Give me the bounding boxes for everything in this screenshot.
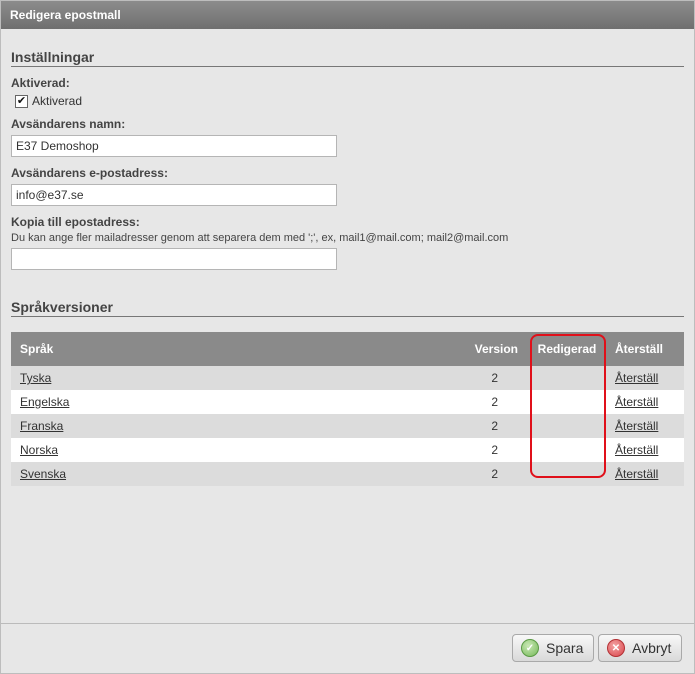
checkmark-icon: ✓	[521, 639, 539, 657]
settings-section-title: Inställningar	[11, 49, 684, 67]
language-link[interactable]: Engelska	[20, 395, 69, 409]
languages-table: Språk Version Redigerad Återställ Tyska …	[11, 332, 684, 486]
dialog-content: Inställningar Aktiverad: ✔ Aktiverad Avs…	[1, 49, 694, 486]
activated-checkbox-label[interactable]: Aktiverad	[32, 94, 82, 108]
col-language: Språk	[11, 332, 449, 366]
col-version: Version	[449, 332, 528, 366]
version-cell: 2	[449, 390, 528, 414]
activated-checkbox[interactable]: ✔	[15, 94, 28, 108]
reset-link[interactable]: Återställ	[615, 371, 658, 385]
table-header-row: Språk Version Redigerad Återställ	[11, 332, 684, 366]
cancel-button-label: Avbryt	[632, 640, 672, 656]
activated-label: Aktiverad:	[11, 76, 70, 90]
reset-link[interactable]: Återställ	[615, 419, 658, 433]
reset-link[interactable]: Återställ	[615, 395, 658, 409]
language-link[interactable]: Tyska	[20, 371, 51, 385]
dialog-title: Redigera epostmall	[1, 1, 694, 29]
save-button[interactable]: ✓ Spara	[512, 634, 595, 662]
table-row: Tyska 2 Återställ	[11, 366, 684, 390]
activated-row: ✔ Aktiverad	[11, 94, 684, 108]
sender-name-label: Avsändarens namn:	[11, 117, 126, 131]
cancel-icon: ✕	[607, 639, 625, 657]
sender-name-input[interactable]: E37 Demoshop	[11, 135, 337, 157]
save-button-label: Spara	[546, 640, 584, 656]
sender-email-label: Avsändarens e-postadress:	[11, 166, 168, 180]
table-row: Svenska 2 Återställ	[11, 462, 684, 486]
edited-cell	[528, 390, 606, 414]
version-cell: 2	[449, 438, 528, 462]
version-cell: 2	[449, 462, 528, 486]
cc-label: Kopia till epostadress:	[11, 215, 140, 229]
reset-link[interactable]: Återställ	[615, 443, 658, 457]
table-row: Norska 2 Återställ	[11, 438, 684, 462]
table-row: Franska 2 Återställ	[11, 414, 684, 438]
col-reset: Återställ	[606, 332, 684, 366]
version-cell: 2	[449, 414, 528, 438]
languages-section-title: Språkversioner	[11, 299, 684, 317]
cancel-button[interactable]: ✕ Avbryt	[598, 634, 683, 662]
edited-cell	[528, 414, 606, 438]
language-link[interactable]: Franska	[20, 419, 63, 433]
col-edited: Redigerad	[528, 332, 606, 366]
language-link[interactable]: Svenska	[20, 467, 66, 481]
edit-email-template-dialog: Redigera epostmall Inställningar Aktiver…	[0, 0, 695, 674]
table-row: Engelska 2 Återställ	[11, 390, 684, 414]
sender-email-input[interactable]: info@e37.se	[11, 184, 337, 206]
cc-email-input[interactable]	[11, 248, 337, 270]
version-cell: 2	[449, 366, 528, 390]
language-link[interactable]: Norska	[20, 443, 58, 457]
edited-cell	[528, 366, 606, 390]
reset-link[interactable]: Återställ	[615, 467, 658, 481]
cc-hint: Du kan ange fler mailadresser genom att …	[11, 232, 509, 244]
edited-cell	[528, 438, 606, 462]
edited-cell	[528, 462, 606, 486]
dialog-footer: ✓ Spara ✕ Avbryt	[1, 623, 694, 673]
